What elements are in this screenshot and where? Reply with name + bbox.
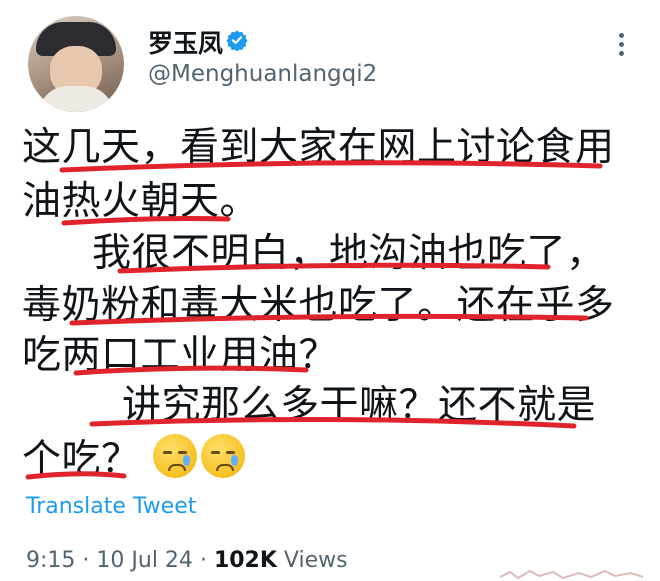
tweet-text-line: 个吃？ (22, 437, 141, 482)
tweet-metadata: 9:15 · 10 Jul 24 · 102K Views (26, 548, 348, 573)
sad-relieved-face-emoji-icon (153, 434, 198, 478)
tweet-date[interactable]: 10 Jul 24 (96, 548, 193, 573)
meta-separator: · (199, 548, 214, 573)
tweet-text-line: 吃两口工业用油？ (22, 333, 339, 378)
tweet-text-line: 我很不明白，地沟油也吃了， (92, 231, 606, 276)
watermark-scribble (499, 569, 644, 580)
tweet-text: 这几天，看到大家在网上讨论食用 油热火朝天。 我很不明白，地沟油也吃了， 毒奶粉… (0, 0, 660, 500)
tweet-text-line: 这几天，看到大家在网上讨论食用 (22, 125, 615, 170)
tweet-time[interactable]: 9:15 (26, 548, 75, 573)
views-count[interactable]: 102K (214, 548, 277, 573)
tweet-text-line: 油热火朝天。 (22, 179, 260, 224)
translate-tweet-link[interactable]: Translate Tweet (26, 494, 196, 519)
sad-relieved-face-emoji-icon (201, 434, 246, 478)
tweet-text-line: 讲究那么多干嘛？还不就是 (122, 383, 597, 428)
meta-separator: · (82, 548, 97, 573)
tweet-text-line: 毒奶粉和毒大米也吃了。还在乎多 (22, 283, 615, 328)
tweet-text-last-line: 个吃？ (22, 434, 249, 484)
views-label: Views (283, 548, 348, 573)
